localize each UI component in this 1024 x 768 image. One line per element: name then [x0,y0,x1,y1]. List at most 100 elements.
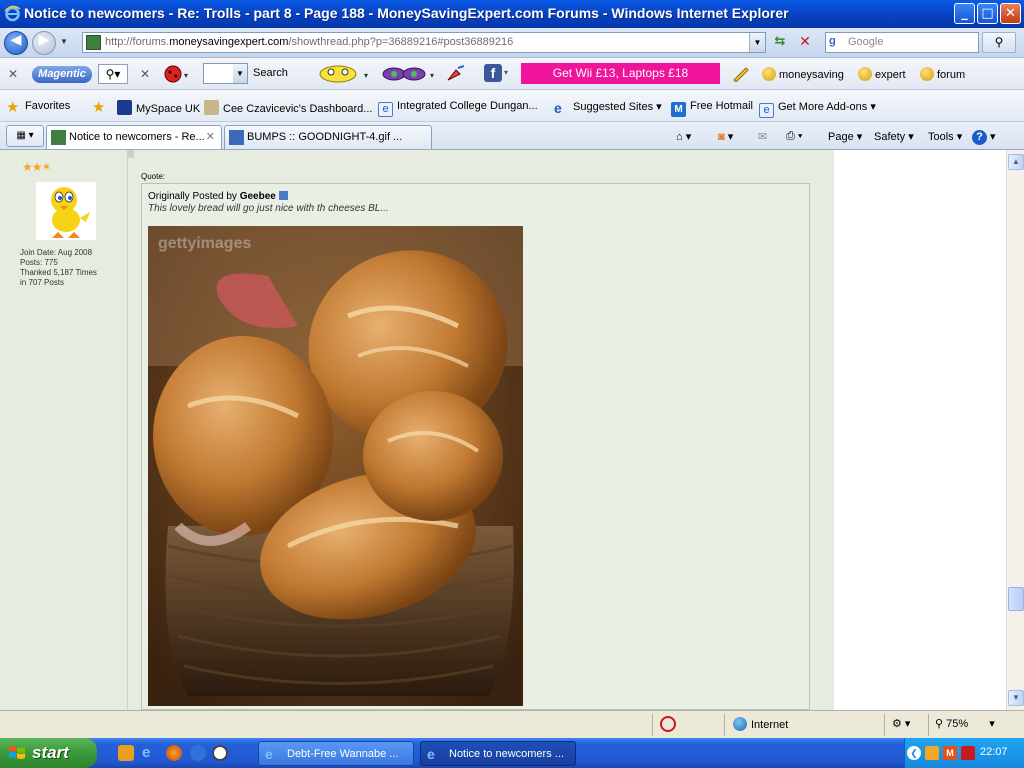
address-bar[interactable]: http://forums.moneysavingexpert.com/show… [82,32,766,53]
cursor-sparkle-icon[interactable] [444,64,468,84]
fav-myspace[interactable]: MySpace UK [117,100,200,115]
print-icon[interactable]: ⎙ ▾ [786,130,802,143]
status-divider [724,714,725,736]
clock[interactable]: 22:07 [980,746,1008,758]
fav-suggested-label: Suggested Sites [573,101,654,113]
tools-menu-label: Tools [928,131,954,143]
magnifier-icon[interactable]: ⚲▾ [98,64,128,84]
ie-quicklaunch-icon[interactable]: e [142,745,158,761]
tray-app-icon[interactable] [925,746,939,760]
favorites-label: Favorites [25,100,71,112]
vertical-scrollbar[interactable]: ▲ ▼ [1006,150,1024,710]
fav-suggested-sites[interactable]: e Suggested Sites ▾ [554,100,662,116]
link-forum-label: forum [937,69,966,81]
hand-icon [204,100,219,115]
link-forum[interactable]: forum [920,67,965,81]
security-zone[interactable]: Internet [733,717,788,731]
scroll-down-icon[interactable]: ▼ [1008,690,1024,706]
facebook-icon[interactable]: f [484,64,502,82]
start-button[interactable]: start [0,738,97,768]
right-margin [834,150,1006,710]
smiley-face-icon[interactable]: ▾ [318,64,373,84]
task-debt-free-label: Debt-Free Wannabe ... [287,748,399,760]
close-tab-icon[interactable]: ✕ [206,130,215,143]
media-icon[interactable] [212,745,228,761]
tray-m-icon[interactable]: M [943,746,957,760]
url-text[interactable]: http://forums.moneysavingexpert.com/show… [105,36,513,48]
show-hidden-icons-icon[interactable]: ❮ [907,746,921,760]
protected-mode-icon[interactable]: ⚙ ▾ [892,717,910,730]
page-content: ★★✶ Join Date: Aug 2008 Posts: 775 Thank… [0,150,1024,710]
minimize-button[interactable]: _ [954,3,975,24]
tab-bumps[interactable]: BUMPS :: GOODNIGHT-4.gif ... [224,125,432,149]
tools-menu[interactable]: Tools ▾ [928,130,962,143]
help-icon: ? [972,130,987,145]
status-divider [652,714,653,736]
zoom-label: 75% [946,718,969,730]
view-post-icon[interactable] [278,191,288,200]
quick-tabs-icon[interactable]: ▦ ▾ [6,125,44,147]
recent-pages-dropdown-icon[interactable]: ▼ [60,37,68,46]
home-icon[interactable]: ⌂ ▾ [676,130,691,143]
facebook-dropdown-icon[interactable]: ▾ [504,68,508,77]
star-icon: ★ [6,99,20,116]
forward-button[interactable]: ▶ [32,31,56,55]
link-expert[interactable]: expert [858,67,906,81]
fav-hotmail[interactable]: M Free Hotmail [671,100,753,117]
task-debt-free[interactable]: e Debt-Free Wannabe ... [258,741,414,766]
fav-dashboard[interactable]: Cee Czavicevic's Dashboard... [204,100,372,115]
url-domain: moneysavingexpert.com [169,36,289,48]
title-bar: Notice to newcomers - Re: Trolls - part … [0,0,1024,28]
windows-flag-icon [9,746,25,759]
page-menu-label: Page [828,131,854,143]
fav-dashboard-label: Cee Czavicevic's Dashboard... [223,103,373,115]
messenger-icon[interactable] [190,745,206,761]
address-dropdown-icon[interactable]: ▼ [749,33,765,52]
search-go-button[interactable]: ⚲ [982,32,1016,53]
tray-security-icon[interactable] [961,746,975,760]
link-moneysaving[interactable]: moneysaving [762,67,844,81]
tab-row: ▦ ▾ Notice to newcomers - Re... ✕ BUMPS … [0,122,1024,150]
magentic-logo[interactable]: Magentic [32,66,92,83]
key-icon [762,67,776,81]
feeds-icon[interactable]: ◙ ▾ [718,130,733,143]
highlighter-icon[interactable] [732,64,750,82]
firefox-icon[interactable] [166,745,182,761]
search-input[interactable]: g Google [825,32,979,53]
page-menu[interactable]: Page ▾ [828,130,862,143]
stop-icon[interactable]: ✕ [795,34,815,52]
task-notice[interactable]: e Notice to newcomers ... [420,741,576,766]
magentic-search-input[interactable]: ▼ [203,63,248,84]
ladybug-icon[interactable]: ▾ [163,64,193,84]
close-button[interactable]: ✕ [1000,3,1021,24]
back-button[interactable]: ◀ [4,31,28,55]
quote-author-link[interactable]: Geebee [240,191,276,202]
scroll-up-icon[interactable]: ▲ [1008,154,1024,170]
clear-icon[interactable]: ✕ [140,67,150,81]
privacy-blocked-icon[interactable] [660,716,676,732]
fav-college[interactable]: e Integrated College Dungan... [378,100,538,117]
read-mail-icon[interactable]: ✉ [758,130,767,143]
outlook-icon[interactable] [118,745,134,761]
originally-posted-label: Originally Posted by [148,191,237,202]
tab-notice[interactable]: Notice to newcomers - Re... ✕ [46,125,222,149]
originally-posted-by: Originally Posted by Geebee [148,191,288,202]
zoom-level[interactable]: ⚲ 75% ▾ [935,717,995,730]
join-date: Join Date: Aug 2008 [20,248,93,257]
promo-banner[interactable]: Get Wii £13, Laptops £18 [521,63,720,84]
magentic-search-button[interactable]: Search [253,67,288,79]
add-favorite-button[interactable]: ★ [92,100,111,115]
site-favicon-icon [86,35,101,50]
fav-addons[interactable]: e Get More Add-ons ▾ [759,100,876,118]
maximize-button[interactable]: □ [977,3,998,24]
magentic-dropdown-icon[interactable]: ▼ [233,64,247,83]
myspace-icon [117,100,132,115]
safety-menu[interactable]: Safety ▾ [874,130,914,143]
refresh-icon[interactable]: ⇆ [770,34,790,52]
favorites-button[interactable]: ★ Favorites [6,100,70,115]
reputation-stars-icon: ★★✶ [22,160,52,174]
eyes-icon[interactable]: ▾ [380,64,438,84]
toolbar-close-icon[interactable]: ✕ [8,67,18,81]
help-menu[interactable]: ? ▾ [972,130,996,145]
scroll-thumb[interactable] [1008,587,1024,611]
